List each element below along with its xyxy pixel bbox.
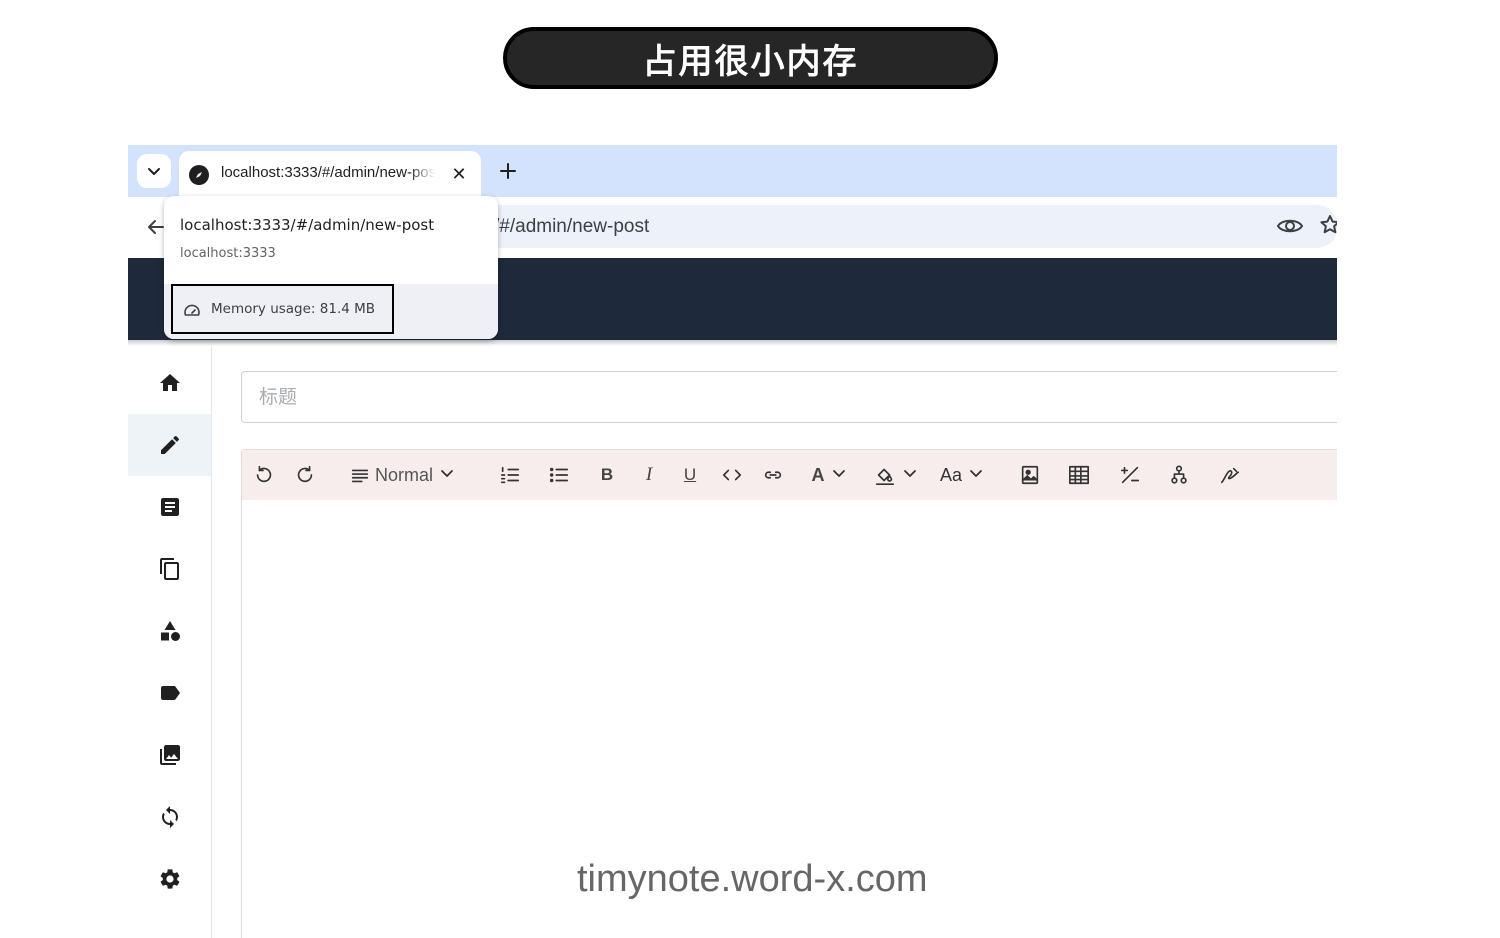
signature-icon	[1220, 467, 1240, 484]
plus-minus-icon	[1120, 466, 1140, 484]
copy-pages-icon	[159, 558, 179, 580]
gear-icon	[160, 869, 179, 889]
equation-button[interactable]	[1117, 459, 1143, 491]
ordered-list-icon	[500, 466, 520, 484]
sync-icon	[161, 806, 178, 828]
sidebar-item-posts[interactable]	[128, 476, 211, 538]
bullet-list-button[interactable]	[547, 459, 571, 491]
sidebar-item-tags[interactable]	[128, 662, 211, 724]
promo-banner: 占用很小内存	[503, 27, 998, 89]
bold-button[interactable]: B	[597, 459, 617, 491]
memory-usage-text: Memory usage: 81.4 MB	[211, 301, 376, 317]
link-button[interactable]	[761, 459, 785, 491]
bullet-list-icon	[549, 467, 569, 483]
font-color-icon: A	[811, 464, 825, 485]
image-icon	[1021, 465, 1039, 485]
signature-button[interactable]	[1217, 459, 1243, 491]
tab-hover-card: localhost:3333/#/admin/new-post localhos…	[164, 196, 498, 339]
bookmark-star-icon[interactable]	[1318, 213, 1337, 239]
insert-table-button[interactable]	[1066, 459, 1092, 491]
pencil-icon	[160, 435, 179, 454]
sidebar-item-new-post[interactable]	[128, 414, 211, 476]
chevron-down-icon	[832, 470, 845, 477]
sidebar-item-settings[interactable]	[128, 848, 211, 910]
bold-icon: B	[600, 465, 614, 484]
underline-button[interactable]: U	[680, 459, 700, 491]
browser-window: localhost:3333/#/admin/new-post ✕ /#/adm…	[128, 145, 1337, 938]
shapes-category-icon	[160, 621, 180, 641]
chevron-down-icon	[970, 470, 982, 477]
redo-icon	[297, 465, 313, 483]
font-size-label: Aa	[939, 464, 963, 485]
post-title-input[interactable]	[241, 371, 1337, 423]
photo-library-icon	[159, 745, 180, 765]
link-icon	[764, 471, 782, 479]
text-align-icon	[351, 469, 369, 483]
diagram-button[interactable]	[1167, 459, 1191, 491]
editor-toolbar: Normal B I U A Aa	[242, 450, 1337, 500]
tab-strip: localhost:3333/#/admin/new-post ✕	[128, 145, 1337, 197]
close-tab-icon[interactable]: ✕	[449, 164, 469, 185]
redo-button[interactable]	[293, 459, 317, 491]
tab-title: localhost:3333/#/admin/new-post	[221, 164, 435, 181]
hover-card-title: localhost:3333/#/admin/new-post	[180, 216, 435, 234]
code-button[interactable]	[720, 459, 744, 491]
address-bar-url: /#/admin/new-post	[494, 216, 650, 237]
font-size-dropdown[interactable]: Aa	[939, 459, 985, 491]
sidebar-item-home[interactable]	[128, 352, 211, 414]
sidebar-item-sync[interactable]	[128, 786, 211, 848]
undo-button[interactable]	[252, 459, 276, 491]
table-icon	[1069, 465, 1089, 485]
chevron-down-icon	[904, 470, 916, 477]
app-header-shadow	[128, 340, 1337, 346]
background-color-dropdown[interactable]	[872, 459, 920, 491]
hover-card-footer: Memory usage: 81.4 MB	[164, 284, 498, 339]
sidebar-item-pages[interactable]	[128, 538, 211, 600]
article-icon	[160, 498, 179, 516]
sidebar	[128, 346, 212, 938]
italic-icon: I	[645, 464, 653, 485]
ordered-list-button[interactable]	[498, 459, 522, 491]
watermark-url: timynote.word-x.com	[577, 858, 928, 900]
hover-card-origin: localhost:3333	[180, 246, 276, 261]
new-tab-button[interactable]	[495, 158, 521, 184]
memory-usage-highlight: Memory usage: 81.4 MB	[171, 284, 394, 334]
sitemap-icon	[1171, 465, 1187, 484]
chevron-down-icon	[441, 470, 453, 477]
underline-icon: U	[683, 465, 697, 484]
browser-tab-active[interactable]: localhost:3333/#/admin/new-post ✕	[179, 151, 481, 197]
chevron-down-icon	[148, 168, 160, 175]
sidebar-item-media[interactable]	[128, 724, 211, 786]
home-icon	[159, 374, 180, 391]
undo-icon	[256, 465, 272, 483]
eye-icon[interactable]	[1276, 215, 1306, 239]
code-icon	[722, 469, 742, 481]
block-format-dropdown[interactable]: Normal	[349, 459, 467, 491]
insert-image-button[interactable]	[1018, 459, 1042, 491]
promo-banner-text: 占用很小内存	[642, 41, 859, 82]
plus-icon	[500, 163, 516, 179]
sidebar-item-categories[interactable]	[128, 600, 211, 662]
font-color-dropdown[interactable]: A	[806, 459, 852, 491]
tab-search-button[interactable]	[137, 154, 171, 188]
paint-bucket-icon	[875, 468, 895, 485]
italic-button[interactable]: I	[639, 459, 659, 491]
arrow-left-icon	[148, 220, 164, 234]
compass-favicon-icon	[189, 165, 209, 185]
block-format-label: Normal	[375, 464, 434, 485]
tag-icon	[160, 686, 180, 700]
speedometer-icon	[184, 304, 200, 316]
